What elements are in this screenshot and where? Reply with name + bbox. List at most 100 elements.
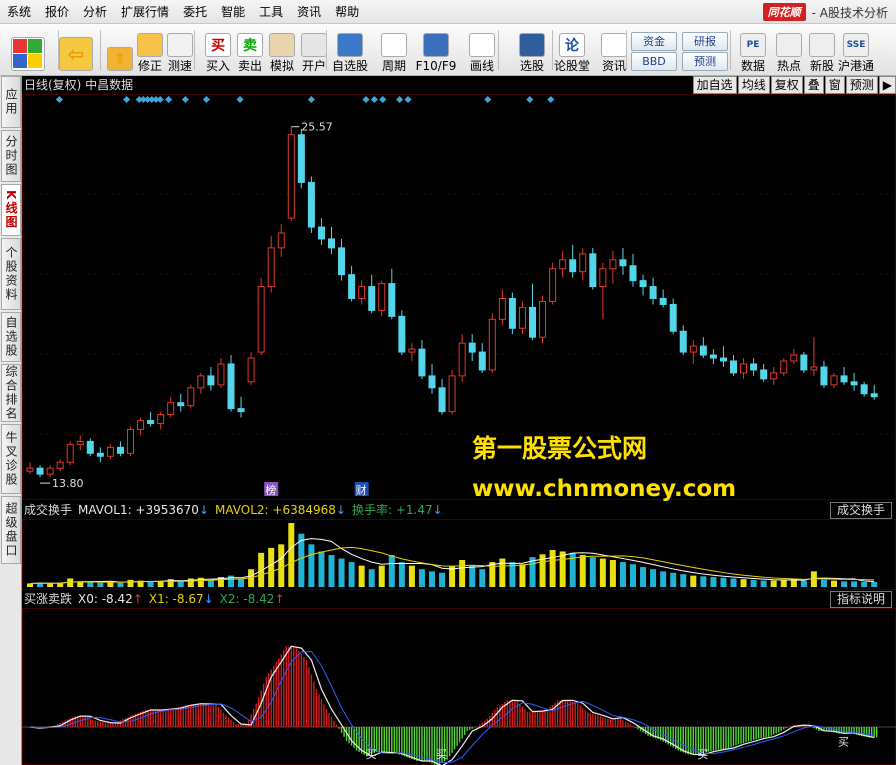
volume-bar [408,565,415,587]
menu-item-7[interactable]: 资讯 [290,1,328,23]
kline-header-button-6[interactable]: ▶ [878,76,896,94]
menu-item-1[interactable]: 报价 [38,1,76,23]
toolbar-screen-button[interactable]: 选股 [516,27,548,73]
candle [46,465,54,478]
toolbar-small-button-3[interactable]: 预测 [682,52,728,71]
menu-item-2[interactable]: 分析 [76,1,114,23]
candle [217,358,225,388]
candle [56,459,64,472]
candle [257,277,265,356]
toolbar-discuss-button[interactable]: 论论股堂 [554,27,590,73]
buy-icon: 买 [205,33,231,57]
toolbar-star-button[interactable]: 自选股 [332,27,368,73]
side-tab-1[interactable]: 分时图 [1,130,21,182]
volume-bar [278,544,285,587]
menu-item-8[interactable]: 帮助 [328,1,366,23]
candle-body [559,259,567,270]
kline-header-button-4[interactable]: 窗 [824,76,845,94]
candle [689,340,697,364]
menu-item-4[interactable]: 委托 [176,1,214,23]
vol_panel-arrow-0: ↓ [198,503,209,517]
side-tab-3[interactable]: 个股资料 [1,238,21,310]
candle-body [659,297,667,305]
candle [26,462,34,475]
side-tab-7[interactable]: 超级盘口 [1,496,21,564]
ind_panel-button[interactable]: 指标说明 [829,591,892,608]
toolbar-data-button[interactable]: PE 数据 [737,27,769,73]
toolbar-hammer-button[interactable]: 模拟 [266,27,298,73]
candle [177,393,185,412]
candle-body [820,366,828,386]
side-tab-6[interactable]: 牛叉诊股 [1,424,21,494]
toolbar-back-arrow-button[interactable]: ⇦ [59,27,93,73]
candle-body [518,306,526,329]
event-marker-diamond [396,95,404,104]
candle [307,176,315,233]
toolbar-up-down-arrow-button[interactable]: ⇧ [104,27,136,73]
candle [96,447,104,463]
volume-bar [469,565,476,587]
toolbar-sell-button[interactable]: 卖卖出 [234,27,266,73]
clock-icon [381,33,407,57]
toolbar-hot-button[interactable]: 热点 [773,27,805,73]
menu-item-0[interactable]: 系统 [0,1,38,23]
toolbar-hk-connect-button[interactable]: SSE 沪港通 [838,27,874,73]
toolbar-small-button-2[interactable]: BBD [631,52,677,71]
toolbar-pen-button[interactable]: 画线 [466,27,498,73]
kline-chart[interactable]: 25.57 13.80 榜 财 [22,94,896,500]
kline-header-button-5[interactable]: 预测 [845,76,878,94]
toolbar-clock-button[interactable]: 周期 [378,27,410,73]
kline-header-button-1[interactable]: 均线 [737,76,770,94]
toolbar-fix-button[interactable]: 修正 [134,27,166,73]
ind_panel-arrow-0: ↑ [132,592,143,606]
menu-item-5[interactable]: 智能 [214,1,252,23]
lock-icon [301,33,327,57]
side-tab-2[interactable]: K线图 [1,184,21,236]
candle-body [488,318,496,371]
toolbar-speed-button[interactable]: 测速 [164,27,196,73]
toolbar-label-11: F10/F9 [415,59,457,73]
volume-chart[interactable] [22,519,896,590]
kline-header-button-0[interactable]: 加自选 [692,76,737,94]
side-tab-5[interactable]: 综合排名 [1,364,21,422]
candle-body [760,369,768,380]
candle [649,277,657,305]
volume-bar [770,580,777,587]
candle-body [137,420,145,430]
toolbar-separator [626,30,627,70]
candle [840,366,848,385]
side-tab-4[interactable]: 自选股 [1,312,21,362]
side-tab-0[interactable]: 应用 [1,76,21,128]
toolbar-ipo-button[interactable]: 新股 [806,27,838,73]
candle-body [317,226,325,240]
toolbar-f10-button[interactable]: F10/F9 [416,27,456,73]
toolbar-small-button-0[interactable]: 资金 [631,32,677,51]
menu-item-3[interactable]: 扩展行情 [114,1,176,23]
volume-bar [238,578,245,587]
candle [157,411,165,430]
candle [106,444,114,460]
candle [76,435,84,451]
candle-body [237,408,245,413]
discuss-icon: 论 [559,33,585,57]
indicator-chart[interactable]: 买买买买 [22,608,896,765]
kline-header-button-3[interactable]: 叠 [803,76,824,94]
candle-body [539,300,547,338]
buy-signal-label: 买 [838,735,849,748]
event-marker-diamond [362,95,370,104]
toolbar-buy-button[interactable]: 买买入 [202,27,234,73]
candle [116,441,124,457]
menu-item-6[interactable]: 工具 [252,1,290,23]
toolbar-windows-button[interactable] [6,27,50,73]
toolbar-small-button-1[interactable]: 研报 [682,32,728,51]
toolbar-separator [498,30,499,70]
toolbar: ⇦ ⇧ 修正 测速买买入卖卖出 模拟 开户 自选股 周期 F10/F9 画线 选股论论股堂 资讯 PE 数… [0,24,896,76]
volume-panel-header: 成交换手 MAVOL1: +3953670↓ MAVOL2: +6384968↓ 换手… [22,501,896,519]
event-marker-diamond [181,95,189,104]
event-marker-diamond [404,95,412,104]
kline-header-button-2[interactable]: 复权 [770,76,803,94]
brand: 同花顺 - A股技术分析 [762,3,888,21]
vol_panel-button[interactable]: 成交换手 [829,502,892,519]
candle [237,396,245,418]
toolbar-separator [194,30,195,70]
